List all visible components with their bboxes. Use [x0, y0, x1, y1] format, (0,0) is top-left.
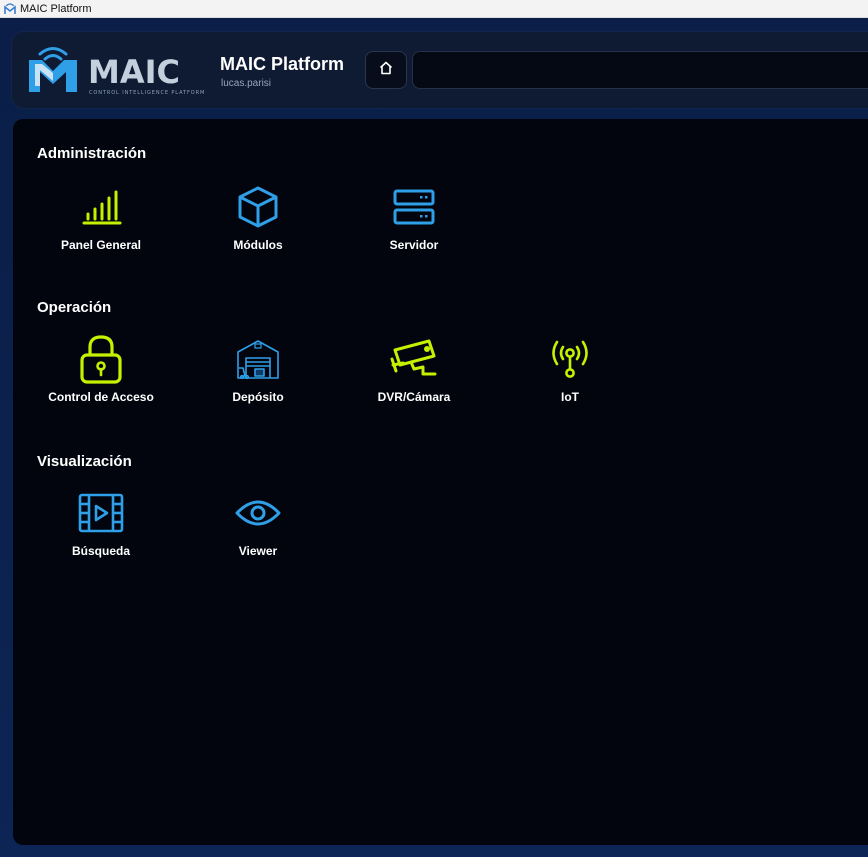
video-film-icon	[76, 489, 126, 537]
tile-deposito[interactable]: Depósito	[183, 335, 333, 415]
cube-icon	[233, 183, 283, 231]
tile-dvr-camara[interactable]: DVR/Cámara	[339, 335, 489, 415]
eye-icon	[233, 489, 283, 537]
window-titlebar: MAIC Platform	[0, 0, 868, 18]
search-input[interactable]	[412, 51, 868, 89]
server-icon	[389, 183, 439, 231]
bar-chart-icon	[76, 183, 126, 231]
tile-control-de-acceso[interactable]: Control de Acceso	[26, 335, 176, 415]
tile-label: Servidor	[389, 238, 439, 252]
section-title-operacion: Operación	[37, 299, 112, 316]
tile-modulos[interactable]: Módulos	[183, 183, 333, 263]
tile-label: Módulos	[233, 238, 283, 252]
tile-label: IoT	[561, 390, 579, 404]
tile-label: Búsqueda	[71, 544, 130, 558]
header-bar: MAIC CONTROL INTELLIGENCE PLATFORM MAIC …	[12, 32, 868, 108]
tile-iot[interactable]: IoT	[495, 335, 645, 415]
padlock-icon	[76, 335, 126, 384]
maic-logo: MAIC CONTROL INTELLIGENCE PLATFORM	[26, 42, 206, 98]
platform-title: MAIC Platform	[220, 54, 345, 74]
app-frame: MAIC CONTROL INTELLIGENCE PLATFORM MAIC …	[0, 18, 868, 857]
section-title-administracion: Administración	[37, 145, 147, 162]
tile-servidor[interactable]: Servidor	[339, 183, 489, 263]
logo-tagline: CONTROL INTELLIGENCE PLATFORM	[89, 90, 205, 96]
home-button[interactable]	[365, 51, 407, 89]
tile-label: Depósito	[232, 390, 284, 404]
section-title-visualizacion: Visualización	[37, 453, 132, 470]
tile-busqueda[interactable]: Búsqueda	[26, 489, 176, 569]
tile-viewer[interactable]: Viewer	[183, 489, 333, 569]
tile-label: Control de Acceso	[48, 390, 154, 404]
tile-label: DVR/Cámara	[377, 390, 451, 404]
logo-text: MAIC	[88, 53, 180, 91]
warehouse-icon	[233, 335, 283, 383]
app-icon	[4, 2, 16, 15]
tile-label: Viewer	[238, 544, 278, 558]
window-title: MAIC Platform	[20, 2, 92, 15]
main-content: Administración Panel General Módulos Ser…	[13, 119, 868, 845]
tile-panel-general[interactable]: Panel General	[26, 183, 176, 263]
security-camera-icon	[389, 335, 439, 383]
username: lucas.parisi	[221, 78, 272, 89]
antenna-icon	[545, 335, 595, 383]
home-icon	[378, 60, 394, 81]
tile-label: Panel General	[60, 238, 142, 252]
